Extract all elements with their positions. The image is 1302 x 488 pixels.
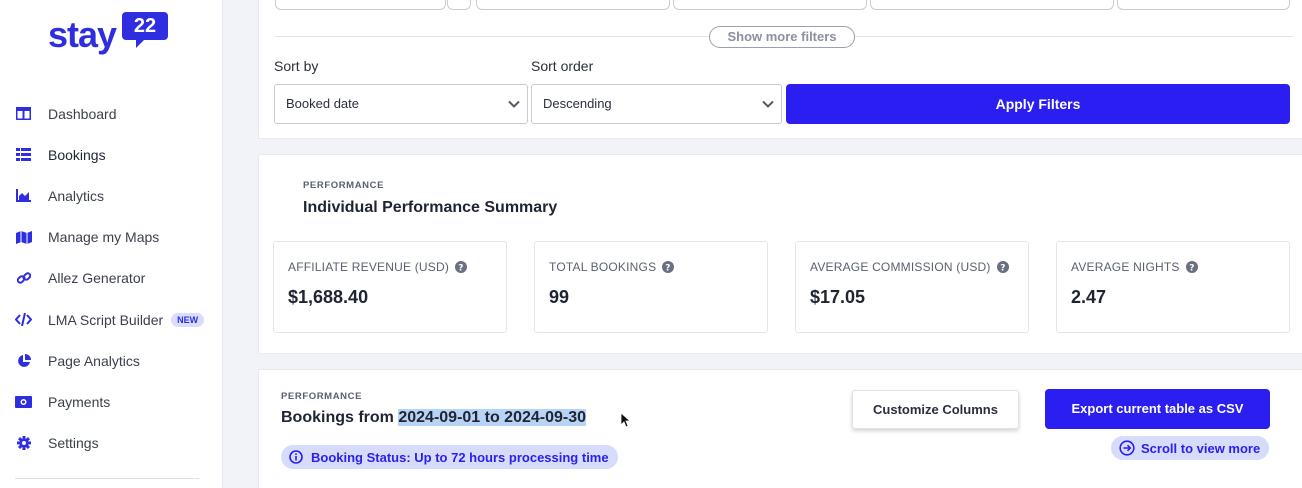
chevron-down-icon — [762, 100, 774, 108]
export-csv-button[interactable]: Export current table as CSV — [1045, 389, 1270, 429]
stat-value: $17.05 — [810, 287, 866, 307]
stat-value: $1,688.40 — [288, 287, 369, 307]
stat-label-text: AVERAGE COMMISSION (USD) — [810, 260, 991, 274]
sort-order-select[interactable]: Descending — [531, 84, 782, 124]
sidebar-nav: Dashboard Bookings Analytics Manage my M… — [0, 93, 223, 464]
section-eyebrow: PERFORMANCE — [281, 391, 363, 402]
help-icon[interactable]: ? — [662, 261, 675, 274]
arrow-right-circle-icon — [1119, 440, 1135, 456]
sort-by-value: Booked date — [286, 96, 360, 111]
stat-card-affiliate-revenue: AFFILIATE REVENUE (USD) ? $1,688.40 — [273, 241, 507, 333]
apply-filters-button[interactable]: Apply Filters — [786, 84, 1290, 124]
stat-label: AVERAGE NIGHTS ? — [1071, 260, 1198, 274]
svg-text:?: ? — [666, 264, 671, 274]
chevron-down-icon — [508, 100, 520, 108]
filter-input[interactable] — [673, 0, 867, 10]
sidebar-item-label: Dashboard — [48, 105, 117, 122]
section-eyebrow: PERFORMANCE — [303, 180, 385, 191]
help-icon[interactable]: ? — [996, 261, 1009, 274]
stat-label: AFFILIATE REVENUE (USD) ? — [288, 260, 468, 274]
filter-input[interactable] — [870, 0, 1114, 10]
money-icon — [15, 393, 32, 410]
scroll-hint-text: Scroll to view more — [1141, 440, 1261, 456]
booking-status-text: Booking Status: Up to 72 hours processin… — [311, 449, 609, 465]
sidebar-item-maps[interactable]: Manage my Maps — [0, 217, 223, 258]
svg-text:?: ? — [1000, 264, 1005, 274]
scroll-hint[interactable]: Scroll to view more — [1111, 436, 1269, 460]
stat-label: AVERAGE COMMISSION (USD) ? — [810, 260, 1009, 274]
bookings-date-range: 2024-09-01 to 2024-09-30 — [398, 409, 587, 426]
stat-label-text: AVERAGE NIGHTS — [1071, 260, 1180, 274]
dashboard-icon — [15, 105, 32, 122]
gear-icon — [15, 435, 32, 452]
section-title: Individual Performance Summary — [303, 199, 558, 216]
stat-label: TOTAL BOOKINGS ? — [549, 260, 675, 274]
stat-label-text: AFFILIATE REVENUE (USD) — [288, 260, 450, 274]
mouse-cursor-icon — [620, 412, 630, 428]
sidebar-item-label: Page Analytics — [48, 352, 140, 369]
sort-order-label: Sort order — [531, 58, 594, 74]
logo-badge: 22 — [122, 12, 168, 48]
sidebar-item-label: Settings — [48, 435, 99, 452]
logo-text: stay — [48, 14, 117, 55]
list-icon — [15, 146, 32, 163]
bookings-title-prefix: Bookings from — [281, 409, 399, 426]
stat-label-text: TOTAL BOOKINGS — [549, 260, 657, 274]
sidebar-item-label: LMA Script Builder — [48, 311, 164, 328]
stat-card-average-nights: AVERAGE NIGHTS ? 2.47 — [1056, 241, 1290, 333]
pie-icon — [15, 352, 32, 369]
filter-input[interactable] — [1117, 0, 1290, 10]
sidebar-item-label: Payments — [48, 393, 111, 410]
sidebar-item-payments[interactable]: Payments — [0, 381, 223, 422]
help-icon[interactable]: ? — [455, 261, 468, 274]
sidebar-item-label: Manage my Maps — [48, 229, 160, 246]
sidebar-item-bookings[interactable]: Bookings — [0, 134, 223, 175]
customize-columns-button[interactable]: Customize Columns — [852, 390, 1019, 429]
svg-text:?: ? — [458, 264, 463, 274]
sidebar-item-page-analytics[interactable]: Page Analytics — [0, 340, 223, 381]
sidebar-item-label: Analytics — [48, 187, 105, 204]
filter-input[interactable] — [476, 0, 670, 10]
bookings-title: Bookings from 2024-09-01 to 2024-09-30 — [281, 409, 587, 427]
filter-input-addon[interactable] — [447, 0, 471, 10]
show-more-filters-button[interactable]: Show more filters — [709, 26, 855, 48]
sidebar-item-analytics[interactable]: Analytics — [0, 175, 223, 216]
stat-value: 99 — [549, 287, 570, 307]
svg-text:?: ? — [1189, 264, 1194, 274]
stat-card-average-commission: AVERAGE COMMISSION (USD) ? $17.05 — [795, 241, 1029, 333]
booking-status-note: Booking Status: Up to 72 hours processin… — [281, 445, 618, 469]
sidebar-divider — [15, 478, 199, 479]
filters-panel: Show more filters Sort by Booked date So… — [258, 0, 1302, 139]
sort-by-select[interactable]: Booked date — [274, 84, 528, 124]
new-badge: NEW — [171, 312, 205, 327]
sidebar: stay 22 Dashboard Bookings Analytics Man… — [0, 0, 223, 488]
stat-card-total-bookings: TOTAL BOOKINGS ? 99 — [534, 241, 768, 333]
sidebar-item-allez[interactable]: Allez Generator — [0, 258, 223, 299]
filter-input[interactable] — [275, 0, 446, 10]
info-icon — [289, 450, 303, 464]
code-icon — [15, 311, 32, 328]
sidebar-item-dashboard[interactable]: Dashboard — [0, 93, 223, 134]
performance-summary-panel: PERFORMANCE Individual Performance Summa… — [258, 154, 1302, 354]
sidebar-item-label: Bookings — [48, 146, 106, 163]
sort-by-label: Sort by — [274, 58, 319, 74]
sidebar-item-label: Allez Generator — [48, 270, 146, 287]
map-icon — [15, 229, 32, 246]
chart-icon — [15, 187, 32, 204]
help-icon[interactable]: ? — [1185, 261, 1198, 274]
sort-order-value: Descending — [543, 96, 612, 111]
sidebar-item-lma-script-builder[interactable]: LMA Script Builder NEW — [0, 299, 223, 340]
stat-value: 2.47 — [1071, 287, 1107, 307]
bookings-panel: PERFORMANCE Bookings from 2024-09-01 to … — [258, 369, 1302, 488]
sidebar-item-settings[interactable]: Settings — [0, 423, 223, 464]
link-icon — [15, 270, 32, 287]
